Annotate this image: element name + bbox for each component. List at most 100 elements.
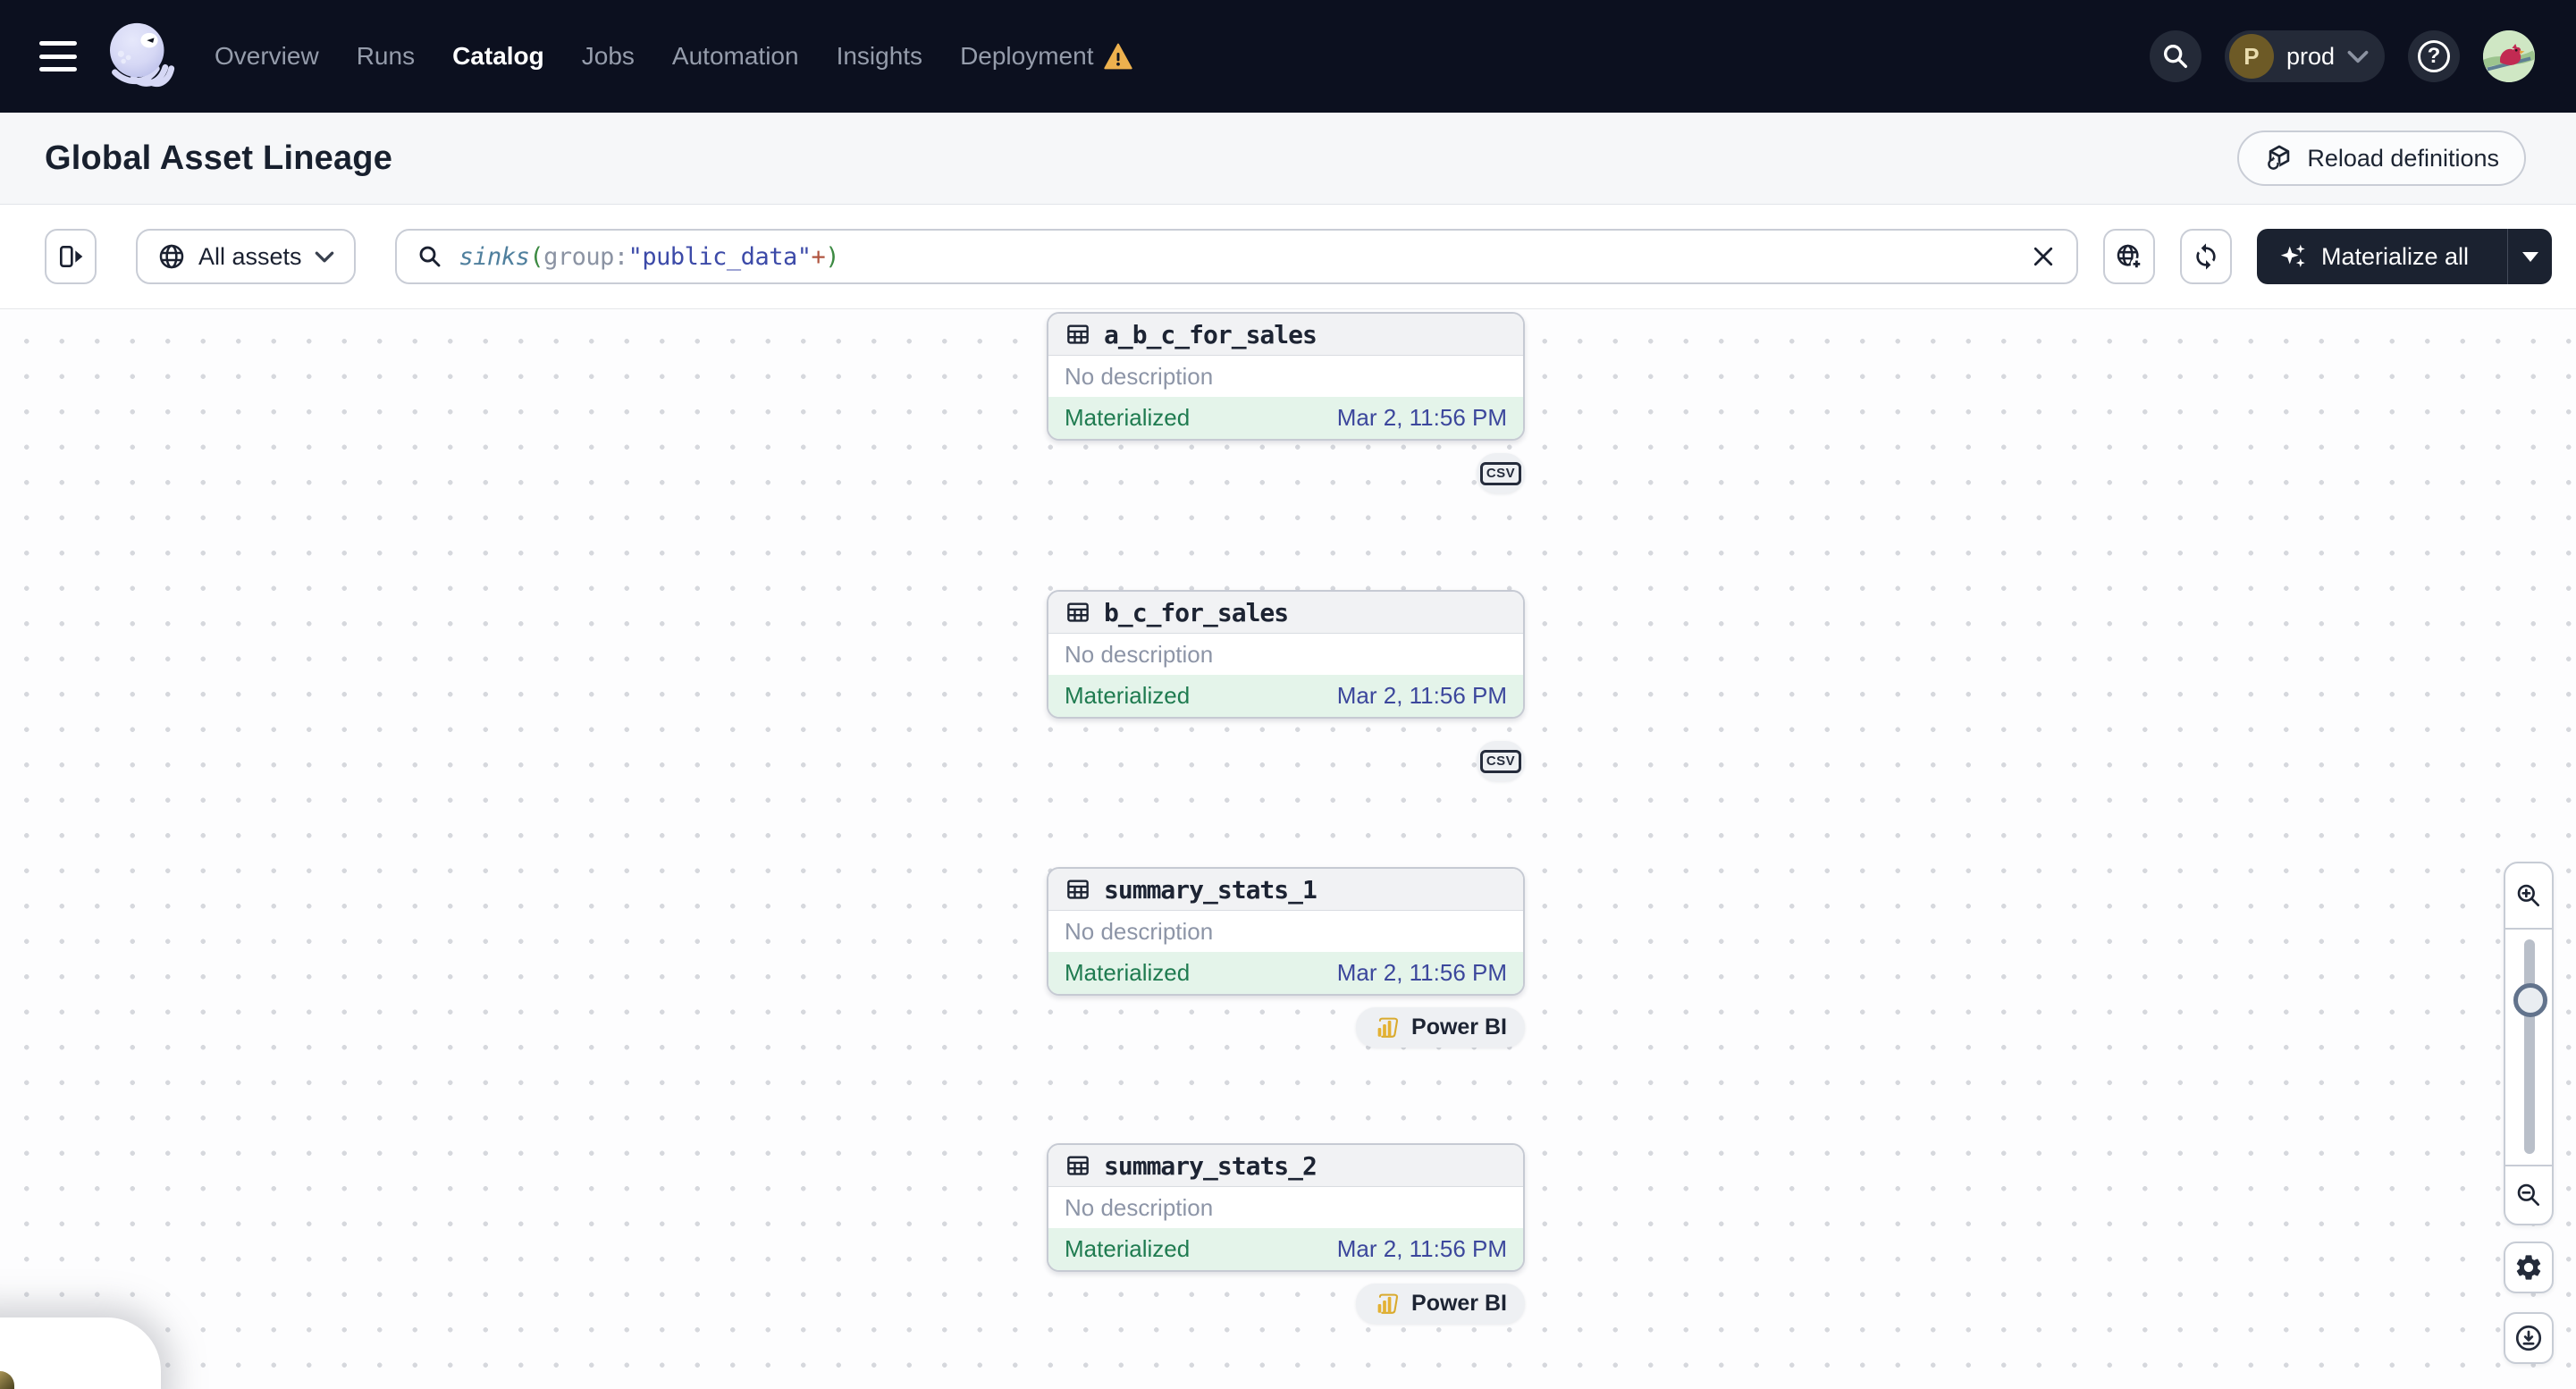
nav-item-deployment[interactable]: Deployment xyxy=(960,42,1133,71)
asset-selection-input[interactable]: sinks(group:"public_data"+) xyxy=(394,229,2078,284)
materialize-all-label: Materialize all xyxy=(2321,242,2470,270)
powerbi-label: Power BI xyxy=(1411,1014,1507,1040)
powerbi-kind-badge: Power BI xyxy=(1356,1284,1525,1324)
globe-icon xyxy=(157,242,186,271)
clear-query-button[interactable] xyxy=(2030,243,2057,270)
warning-icon xyxy=(1104,43,1133,70)
search-icon xyxy=(417,243,443,270)
help-icon: ? xyxy=(2418,40,2450,72)
reload-definitions-label: Reload definitions xyxy=(2307,144,2499,172)
asset-name: summary_stats_1 xyxy=(1104,874,1317,905)
gear-icon xyxy=(2513,1252,2544,1283)
asset-node-header: a_b_c_for_sales xyxy=(1048,314,1523,356)
materialization-timestamp: Mar 2, 11:56 PM xyxy=(1336,959,1507,986)
asset-scope-label: All assets xyxy=(198,242,302,270)
lineage-canvas[interactable]: a_b_c_for_sales No description Materiali… xyxy=(0,309,2576,1389)
deployment-name: prod xyxy=(2286,42,2335,70)
graph-settings-button[interactable] xyxy=(2504,1242,2554,1293)
page-header: Global Asset Lineage Reload definitions xyxy=(0,113,2576,205)
asset-description: No description xyxy=(1065,1193,1214,1221)
nav-right-cluster: P prod ? xyxy=(2149,30,2535,82)
help-button[interactable]: ? xyxy=(2408,30,2460,82)
selection-query-text: sinks(group:"public_data"+) xyxy=(459,242,840,271)
dagster-logo-icon[interactable] xyxy=(100,15,179,97)
powerbi-label: Power BI xyxy=(1411,1291,1507,1316)
powerbi-icon xyxy=(1374,1015,1401,1040)
materialized-status: Materialized xyxy=(1065,682,1191,709)
deployment-initial: P xyxy=(2228,34,2274,79)
download-graph-button[interactable] xyxy=(2504,1312,2554,1364)
open-sidebar-button[interactable] xyxy=(45,229,97,284)
asset-node-header: summary_stats_2 xyxy=(1048,1145,1523,1187)
asset-status-row: Materialized Mar 2, 11:56 PM xyxy=(1048,1228,1523,1270)
zoom-controls xyxy=(2504,862,2554,1225)
reload-definitions-icon xyxy=(2264,143,2294,173)
asset-description: No description xyxy=(1065,362,1214,390)
nav-item-overview[interactable]: Overview xyxy=(215,42,319,71)
powerbi-icon xyxy=(1374,1292,1401,1317)
materialized-status: Materialized xyxy=(1065,959,1191,986)
new-catalog-view-button[interactable] xyxy=(2103,229,2155,284)
asset-scope-dropdown[interactable]: All assets xyxy=(136,229,356,284)
chevron-down-icon xyxy=(315,251,334,263)
asset-node-header: b_c_for_sales xyxy=(1048,592,1523,634)
asset-status-row: Materialized Mar 2, 11:56 PM xyxy=(1048,675,1523,717)
refresh-button[interactable] xyxy=(2180,229,2232,284)
asset-node-b_c_for_sales[interactable]: b_c_for_sales No description Materialize… xyxy=(1047,590,1525,719)
top-nav: Overview Runs Catalog Jobs Automation In… xyxy=(0,0,2576,113)
asset-description: No description xyxy=(1065,917,1214,945)
materialization-timestamp: Mar 2, 11:56 PM xyxy=(1336,682,1507,709)
deployment-switcher[interactable]: P prod xyxy=(2224,30,2385,82)
app-root: Overview Runs Catalog Jobs Automation In… xyxy=(0,0,2576,1389)
global-search-button[interactable] xyxy=(2149,30,2201,82)
refresh-icon xyxy=(2192,242,2220,271)
materialized-status: Materialized xyxy=(1065,1235,1191,1262)
asset-status-row: Materialized Mar 2, 11:56 PM xyxy=(1048,952,1523,994)
materialize-all-button[interactable]: Materialize all xyxy=(2257,229,2507,284)
zoom-in-icon xyxy=(2514,881,2543,910)
table-icon xyxy=(1065,1152,1091,1179)
asset-node-a_b_c_for_sales[interactable]: a_b_c_for_sales No description Materiali… xyxy=(1047,312,1525,441)
csv-kind-badge: CSV xyxy=(1477,453,1525,493)
zoom-in-button[interactable] xyxy=(2505,863,2552,930)
asset-name: a_b_c_for_sales xyxy=(1104,319,1317,349)
csv-icon: CSV xyxy=(1479,749,1522,773)
asset-node-summary_stats_1[interactable]: summary_stats_1 No description Materiali… xyxy=(1047,867,1525,996)
materialization-timestamp: Mar 2, 11:56 PM xyxy=(1336,404,1507,431)
table-icon xyxy=(1065,599,1091,626)
zoom-slider-track[interactable] xyxy=(2524,939,2535,1154)
materialize-all-split-button: Materialize all xyxy=(2257,229,2552,284)
csv-kind-badge: CSV xyxy=(1477,741,1525,781)
asset-name: summary_stats_2 xyxy=(1104,1150,1317,1181)
zoom-out-button[interactable] xyxy=(2505,1165,2552,1224)
download-icon xyxy=(2513,1323,2544,1353)
asset-node-summary_stats_2[interactable]: summary_stats_2 No description Materiali… xyxy=(1047,1143,1525,1272)
asset-node-header: summary_stats_1 xyxy=(1048,869,1523,911)
expand-panel-icon xyxy=(56,242,85,271)
reload-definitions-button[interactable]: Reload definitions xyxy=(2237,130,2526,186)
materialized-status: Materialized xyxy=(1065,404,1191,431)
sparkles-icon xyxy=(2278,241,2309,272)
table-icon xyxy=(1065,876,1091,903)
minimap-panel xyxy=(0,1317,161,1389)
zoom-out-icon xyxy=(2514,1181,2543,1209)
lineage-toolbar: All assets sinks(group:"public_data"+) M… xyxy=(0,205,2576,309)
nav-item-automation[interactable]: Automation xyxy=(672,42,799,71)
page-title: Global Asset Lineage xyxy=(45,139,393,177)
nav-item-runs[interactable]: Runs xyxy=(357,42,415,71)
asset-name: b_c_for_sales xyxy=(1104,597,1289,627)
search-icon xyxy=(2160,41,2191,72)
chevron-down-icon xyxy=(2347,50,2369,63)
nav-item-jobs[interactable]: Jobs xyxy=(582,42,635,71)
csv-icon: CSV xyxy=(1479,461,1522,485)
menu-icon[interactable] xyxy=(39,41,77,72)
user-avatar[interactable] xyxy=(2483,30,2535,82)
materialize-options-button[interactable] xyxy=(2507,229,2552,284)
caret-down-icon xyxy=(2521,251,2538,262)
nav-item-catalog[interactable]: Catalog xyxy=(452,42,544,71)
new-asset-icon xyxy=(2115,242,2143,271)
table-icon xyxy=(1065,321,1091,348)
materialization-timestamp: Mar 2, 11:56 PM xyxy=(1336,1235,1507,1262)
zoom-slider-thumb[interactable] xyxy=(2513,983,2547,1017)
nav-item-insights[interactable]: Insights xyxy=(837,42,923,71)
